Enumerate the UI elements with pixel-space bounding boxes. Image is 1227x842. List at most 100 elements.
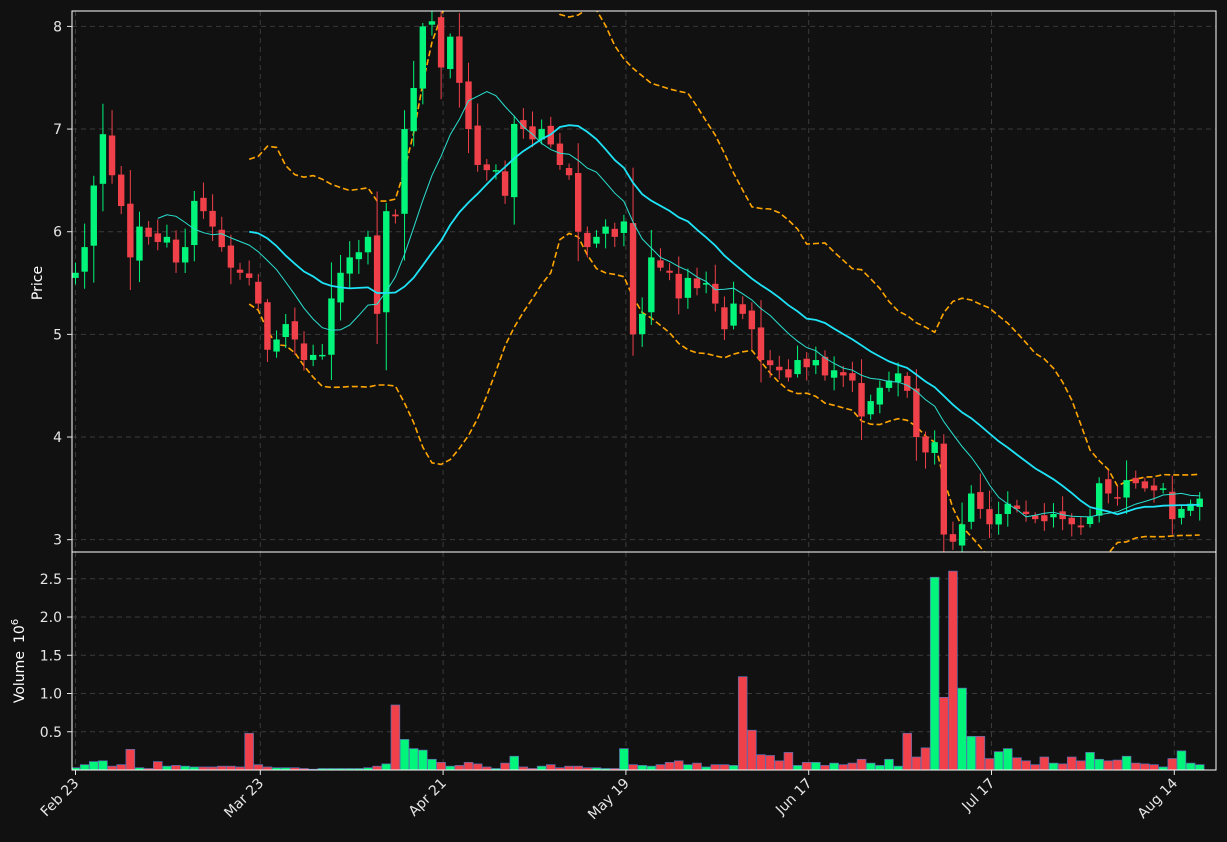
volume-bar [884, 758, 894, 770]
candle-body [803, 358, 810, 368]
candle-body [319, 354, 326, 357]
candle-body [830, 370, 838, 378]
volume-bar [1048, 762, 1059, 770]
volume-bar [792, 765, 803, 770]
volume-bar [875, 765, 885, 770]
candle-body [940, 443, 947, 535]
volume-bar [1176, 750, 1187, 770]
volume-bar [728, 765, 739, 770]
volume-bar [445, 765, 455, 770]
candle-body [575, 173, 582, 232]
candle-body [712, 283, 719, 304]
candle-body [776, 366, 783, 371]
candle-body [922, 436, 929, 453]
candle-body [127, 203, 134, 258]
volume-bar [1149, 764, 1159, 770]
volume-tick-label: 0.5 [40, 725, 62, 741]
volume-bar [692, 762, 702, 770]
volume-bar [1067, 756, 1077, 770]
candle-body [392, 214, 399, 217]
candle-body [739, 304, 746, 314]
candle-body [1159, 488, 1167, 490]
volume-bar [381, 763, 392, 770]
volume-bar [902, 732, 912, 770]
volume-bar [811, 762, 821, 770]
volume-bar [390, 704, 401, 770]
candle-body [794, 360, 801, 375]
candle-body [181, 247, 189, 263]
candle-body [757, 327, 765, 361]
candle-body [264, 302, 271, 350]
candle-body [1123, 480, 1130, 498]
volume-bar [372, 765, 382, 770]
candle-body [209, 210, 216, 227]
volume-bar [975, 735, 986, 770]
candle-body [949, 534, 957, 542]
candle-body [1068, 517, 1075, 525]
volume-bar [774, 760, 785, 770]
candle-body [995, 514, 1002, 525]
candle-body [218, 229, 225, 248]
volume-bar [765, 755, 775, 770]
candle-body [766, 360, 774, 366]
candle-body [227, 245, 235, 268]
candle-body [675, 273, 682, 299]
volume-bar [79, 764, 90, 770]
volume-bar [920, 747, 931, 770]
candle-body [483, 164, 490, 171]
candle-body [657, 260, 664, 268]
candle-body [876, 387, 884, 405]
volume-bar [418, 749, 428, 770]
price-axis-label: Price [30, 266, 46, 300]
volume-tick-label: 2.0 [40, 610, 62, 626]
volume-bar [865, 762, 876, 770]
candle-body [629, 223, 637, 335]
candle-body [931, 442, 938, 453]
candle-body [849, 373, 856, 381]
volume-bar [683, 764, 693, 770]
candle-body [72, 272, 79, 278]
volume-bar [546, 764, 556, 770]
volume-bar [162, 765, 172, 770]
candle-body [145, 227, 152, 237]
candle-body [1086, 517, 1094, 525]
volume-bar [564, 765, 574, 770]
candle-body [282, 324, 289, 338]
volume-bar [646, 765, 657, 770]
volume-bar [1140, 763, 1150, 770]
candle-body [255, 281, 262, 304]
candle-body [383, 211, 390, 313]
candle-body [1141, 481, 1149, 489]
volume-bar [737, 676, 748, 770]
volume-bar [939, 696, 949, 770]
candle-body [273, 339, 280, 352]
candle-body [154, 233, 161, 242]
volume-bar [436, 762, 446, 770]
volume-bar [472, 763, 483, 770]
candle-body [346, 257, 353, 274]
price-tick-label: 4 [53, 430, 62, 446]
volume-bar [829, 762, 839, 770]
candle-body [172, 239, 180, 263]
volume-bar [408, 748, 419, 770]
candle-body [456, 36, 463, 83]
candle-body [419, 26, 427, 89]
candle-body [474, 125, 481, 165]
volume-bar [619, 748, 629, 770]
volume-bar [573, 765, 583, 770]
volume-bar [637, 765, 647, 770]
price-tick-label: 8 [53, 19, 62, 35]
candle-body [410, 87, 417, 132]
candle-body [684, 277, 692, 298]
volume-bar [966, 735, 976, 770]
volume-bar [1021, 760, 1031, 770]
candle-body [1132, 477, 1139, 484]
candle-body [492, 170, 500, 172]
volume-tick-label: 1.5 [40, 648, 62, 664]
candle-body [593, 236, 600, 244]
volume-bar [1194, 764, 1205, 770]
candle-body [99, 134, 107, 184]
candle-body [1196, 498, 1203, 507]
candle-body [373, 235, 381, 314]
volume-tick-label: 2.5 [40, 572, 62, 588]
